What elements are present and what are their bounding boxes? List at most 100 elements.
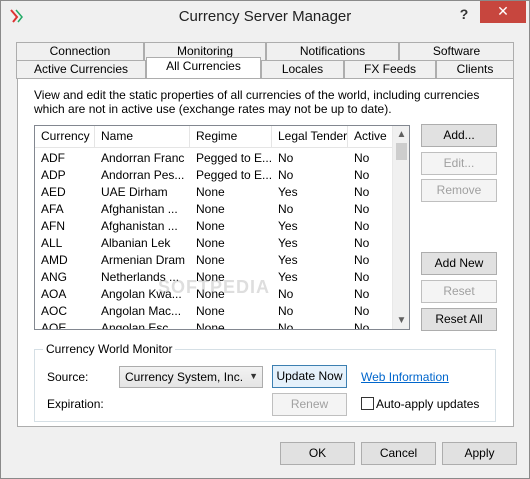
table-row[interactable]: ADP Andorran Pes... Pegged to E... No No bbox=[35, 167, 393, 184]
reset-button[interactable]: Reset bbox=[421, 280, 497, 303]
cell-legal-tender: Yes bbox=[278, 270, 298, 284]
cell-regime: None bbox=[196, 304, 225, 318]
cell-legal-tender: No bbox=[278, 168, 294, 182]
cell-active: No bbox=[354, 219, 370, 233]
table-row[interactable]: ADF Andorran Franc Pegged to E... No No bbox=[35, 150, 393, 167]
column-header-name[interactable]: Name bbox=[95, 126, 190, 148]
tab-all-currencies[interactable]: All Currencies bbox=[146, 57, 261, 78]
renew-button[interactable]: Renew bbox=[272, 393, 347, 416]
reset-all-button[interactable]: Reset All bbox=[421, 308, 497, 331]
list-scrollbar[interactable]: ▲ ▼ bbox=[392, 126, 409, 329]
list-header: Currency Name Regime Legal Tender Active bbox=[35, 126, 393, 148]
column-header-regime[interactable]: Regime bbox=[190, 126, 272, 148]
tab-software[interactable]: Software bbox=[399, 42, 514, 61]
tab-clients[interactable]: Clients bbox=[436, 60, 514, 79]
scroll-down-icon[interactable]: ▼ bbox=[393, 312, 409, 329]
auto-apply-label[interactable]: Auto-apply updates bbox=[376, 397, 479, 411]
column-header-legal-tender[interactable]: Legal Tender bbox=[272, 126, 348, 148]
help-button[interactable]: ? bbox=[450, 3, 478, 25]
watermark: SOFTPEDIA bbox=[158, 277, 271, 297]
tab-connection[interactable]: Connection bbox=[16, 42, 144, 61]
ok-button[interactable]: OK bbox=[280, 442, 355, 465]
cell-legal-tender: Yes bbox=[278, 253, 298, 267]
table-row[interactable]: AMD Armenian Dram None Yes No bbox=[35, 252, 393, 269]
cell-name: Albanian Lek bbox=[101, 236, 171, 250]
cell-legal-tender: Yes bbox=[278, 219, 298, 233]
cancel-button[interactable]: Cancel bbox=[361, 442, 436, 465]
column-header-active[interactable]: Active bbox=[348, 126, 393, 148]
table-row[interactable]: AFN Afghanistan ... None Yes No bbox=[35, 218, 393, 235]
dialog-window: Currency Server Manager ? ✕ Connection M… bbox=[0, 0, 530, 479]
add-button[interactable]: Add... bbox=[421, 124, 497, 147]
cell-active: No bbox=[354, 287, 370, 301]
cell-currency: ANG bbox=[41, 270, 68, 284]
cell-active: No bbox=[354, 304, 370, 318]
cell-active: No bbox=[354, 168, 370, 182]
cell-regime: None bbox=[196, 321, 225, 330]
cell-regime: None bbox=[196, 236, 225, 250]
cell-regime: Pegged to E... bbox=[196, 168, 272, 182]
auto-apply-checkbox[interactable] bbox=[361, 397, 374, 410]
cell-currency: AFN bbox=[41, 219, 65, 233]
cell-regime: Pegged to E... bbox=[196, 151, 272, 165]
scroll-up-icon[interactable]: ▲ bbox=[393, 126, 409, 143]
expiration-label: Expiration: bbox=[47, 397, 104, 411]
cell-currency: AOA bbox=[41, 287, 67, 301]
add-new-button[interactable]: Add New bbox=[421, 252, 497, 275]
cell-currency: AED bbox=[41, 185, 66, 199]
currency-list[interactable]: Currency Name Regime Legal Tender Active… bbox=[34, 125, 410, 330]
cell-name: Andorran Pes... bbox=[101, 168, 185, 182]
source-combobox[interactable]: Currency System, Inc. ▼ bbox=[119, 366, 263, 388]
cell-regime: None bbox=[196, 253, 225, 267]
table-row[interactable]: AOE Angolan Esc... None No No bbox=[35, 320, 393, 330]
cell-name: Andorran Franc bbox=[101, 151, 185, 165]
cell-name: Angolan Esc... bbox=[101, 321, 179, 330]
edit-button[interactable]: Edit... bbox=[421, 152, 497, 175]
tab-fx-feeds[interactable]: FX Feeds bbox=[344, 60, 436, 79]
cell-name: Armenian Dram bbox=[101, 253, 186, 267]
tab-locales[interactable]: Locales bbox=[261, 60, 344, 79]
tab-active-currencies[interactable]: Active Currencies bbox=[16, 60, 146, 79]
cell-active: No bbox=[354, 321, 370, 330]
cell-name: Afghanistan ... bbox=[101, 202, 178, 216]
close-button[interactable]: ✕ bbox=[480, 1, 526, 23]
table-row[interactable]: AOC Angolan Mac... None No No bbox=[35, 303, 393, 320]
scroll-thumb[interactable] bbox=[396, 143, 407, 160]
group-title: Currency World Monitor bbox=[43, 342, 176, 356]
cell-legal-tender: No bbox=[278, 287, 294, 301]
source-value: Currency System, Inc. bbox=[125, 370, 244, 384]
cell-active: No bbox=[354, 151, 370, 165]
tab-notifications[interactable]: Notifications bbox=[266, 42, 399, 61]
cell-currency: AMD bbox=[41, 253, 68, 267]
cell-active: No bbox=[354, 253, 370, 267]
apply-button[interactable]: Apply bbox=[442, 442, 517, 465]
table-row[interactable]: AED UAE Dirham None Yes No bbox=[35, 184, 393, 201]
currency-world-monitor-group: Currency World Monitor Source: Currency … bbox=[34, 342, 496, 422]
cell-currency: AOE bbox=[41, 321, 67, 330]
cell-legal-tender: No bbox=[278, 151, 294, 165]
cell-active: No bbox=[354, 185, 370, 199]
cell-name: Angolan Mac... bbox=[101, 304, 182, 318]
source-label: Source: bbox=[47, 370, 89, 384]
list-rows: ADF Andorran Franc Pegged to E... No No ADP An… bbox=[35, 150, 393, 330]
web-information-link[interactable]: Web Information bbox=[361, 370, 449, 384]
cell-regime: None bbox=[196, 202, 225, 216]
cell-currency: AFA bbox=[41, 202, 64, 216]
cell-active: No bbox=[354, 236, 370, 250]
cell-active: No bbox=[354, 202, 370, 216]
table-row[interactable]: AFA Afghanistan ... None No No bbox=[35, 201, 393, 218]
update-now-button[interactable]: Update Now bbox=[272, 365, 347, 388]
cell-legal-tender: Yes bbox=[278, 236, 298, 250]
cell-regime: None bbox=[196, 219, 225, 233]
column-header-currency[interactable]: Currency bbox=[35, 126, 95, 148]
table-row[interactable]: ALL Albanian Lek None Yes No bbox=[35, 235, 393, 252]
title-bar: Currency Server Manager ? ✕ bbox=[1, 1, 529, 32]
cell-legal-tender: No bbox=[278, 304, 294, 318]
cell-currency: ALL bbox=[41, 236, 63, 250]
chevron-down-icon: ▼ bbox=[249, 371, 258, 381]
cell-legal-tender: No bbox=[278, 202, 294, 216]
remove-button[interactable]: Remove bbox=[421, 179, 497, 202]
cell-currency: AOC bbox=[41, 304, 68, 318]
panel-description: View and edit the static properties of a… bbox=[34, 88, 480, 116]
cell-name: UAE Dirham bbox=[101, 185, 168, 199]
